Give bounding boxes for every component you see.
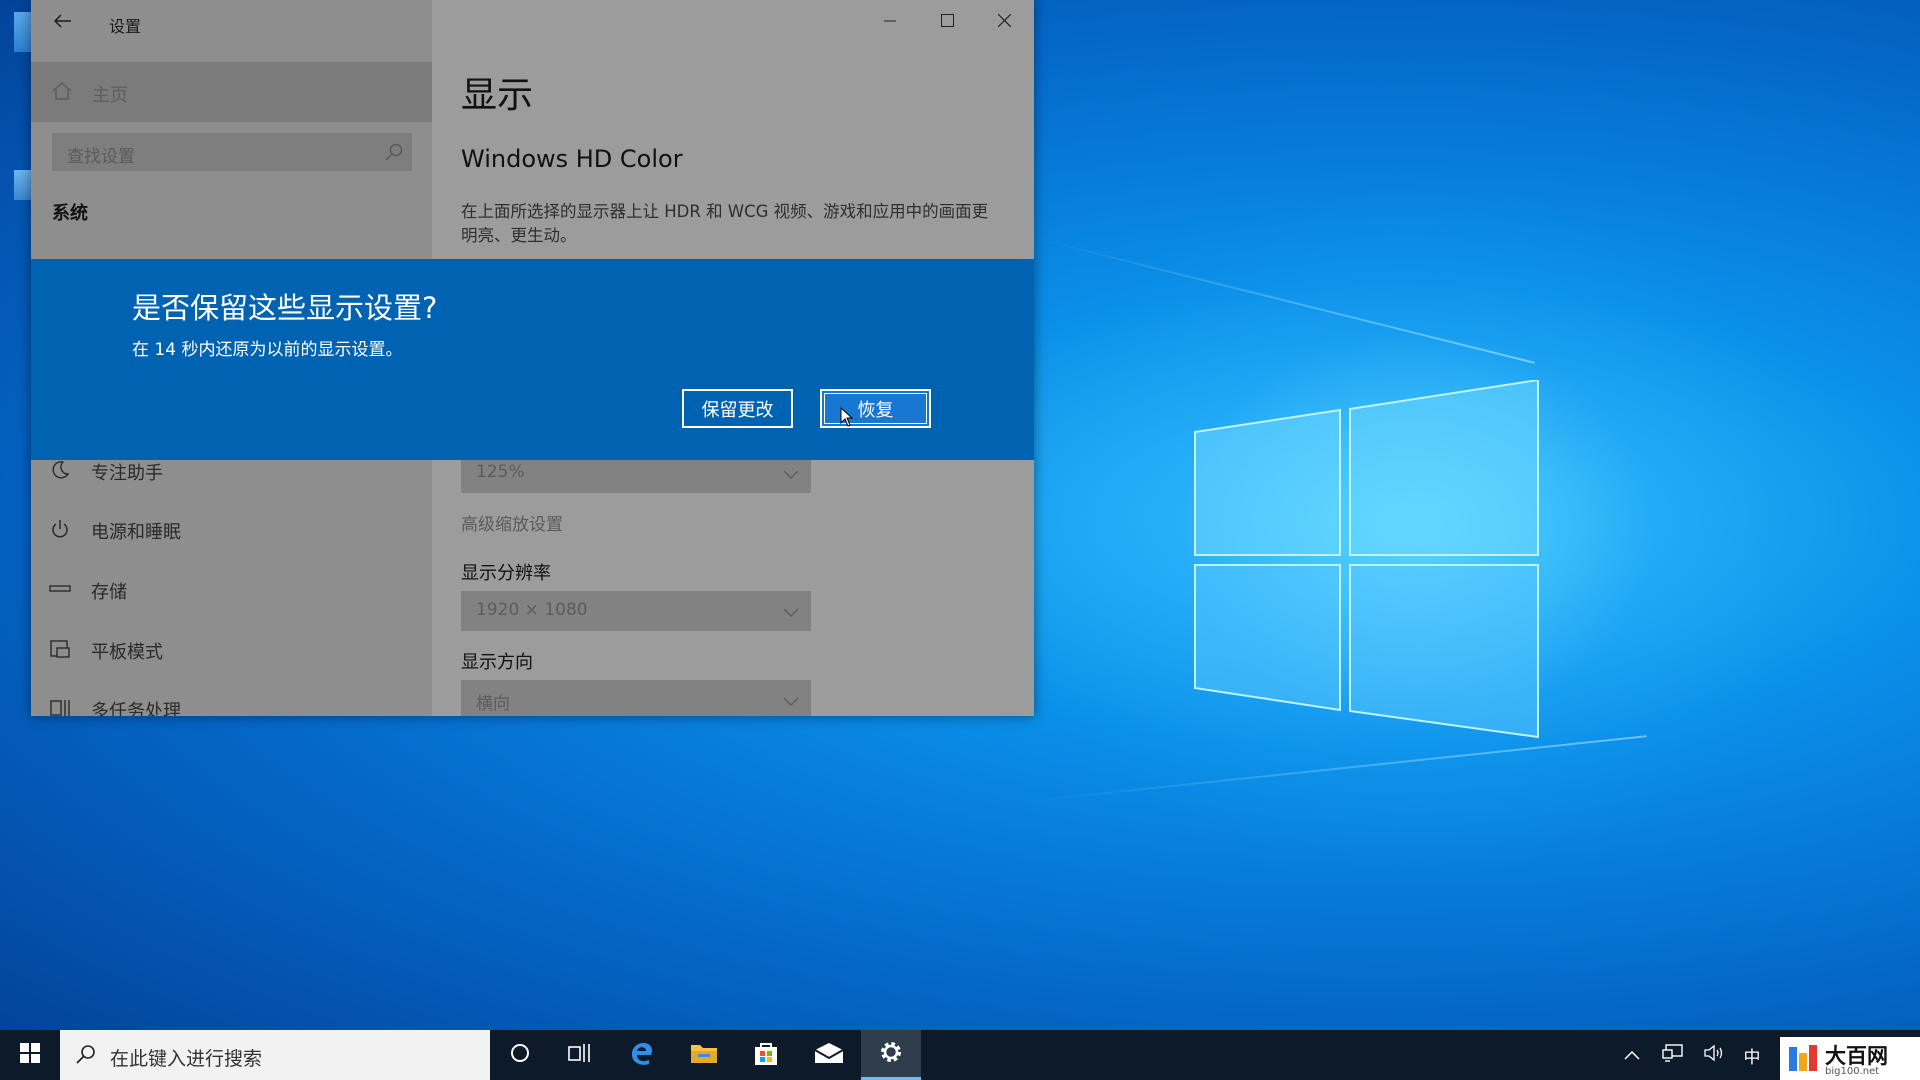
settings-taskbar-button[interactable] — [861, 1030, 921, 1080]
volume-button[interactable] — [1696, 1030, 1732, 1080]
network-icon — [1662, 1043, 1684, 1067]
scale-value: 125% — [476, 462, 525, 482]
windows-logo — [1194, 380, 1539, 739]
watermark: 大百网 big100.net — [1780, 1037, 1920, 1080]
folder-icon — [690, 1041, 718, 1069]
chevron-up-icon — [1624, 1045, 1640, 1065]
tablet-icon — [49, 638, 71, 664]
sidebar-item-label: 专注助手 — [91, 463, 163, 484]
mail-icon — [814, 1042, 844, 1068]
minimize-icon — [884, 12, 896, 31]
ime-indicator[interactable]: 中 — [1734, 1030, 1770, 1080]
task-view-button[interactable] — [550, 1030, 610, 1080]
start-button[interactable] — [0, 1030, 60, 1080]
sidebar-item-home[interactable]: 主页 — [31, 62, 432, 122]
close-icon — [997, 12, 1011, 31]
keep-changes-button[interactable]: 保留更改 — [682, 389, 793, 428]
dialog-message: 在 14 秒内还原为以前的显示设置。 — [132, 340, 403, 360]
page-title: 显示 — [461, 75, 534, 116]
mail-button[interactable] — [799, 1030, 859, 1080]
network-button[interactable] — [1655, 1030, 1691, 1080]
section-title: 系统 — [52, 203, 88, 224]
dialog-title: 是否保留这些显示设置? — [132, 291, 438, 325]
sidebar-item-label: 存储 — [91, 582, 127, 603]
search-placeholder: 查找设置 — [67, 147, 135, 167]
store-icon — [753, 1040, 779, 1070]
back-button[interactable] — [47, 6, 79, 38]
edge-taskbar-button[interactable] — [612, 1030, 672, 1080]
keep-display-settings-dialog: 是否保留这些显示设置? 在 14 秒内还原为以前的显示设置。 保留更改 恢复 — [31, 259, 1034, 460]
taskbar-search-input[interactable]: 在此键入进行搜索 — [60, 1030, 490, 1080]
sidebar-item-power-sleep[interactable]: 电源和睡眠 — [31, 510, 432, 550]
search-icon — [75, 1043, 97, 1069]
storage-icon — [49, 578, 71, 604]
cortana-button[interactable] — [490, 1030, 550, 1080]
taskbar-search-placeholder: 在此键入进行搜索 — [110, 1048, 263, 1070]
resolution-value: 1920 × 1080 — [476, 600, 588, 620]
hd-color-description: 在上面所选择的显示器上让 HDR 和 WCG 视频、游戏和应用中的画面更明亮、更… — [461, 202, 989, 245]
moon-icon — [49, 459, 71, 485]
home-icon — [51, 80, 73, 106]
maximize-button[interactable] — [919, 0, 975, 42]
store-button[interactable] — [736, 1030, 796, 1080]
cortana-icon — [509, 1042, 531, 1068]
show-hidden-icons-button[interactable] — [1617, 1030, 1647, 1080]
window-title: 设置 — [109, 17, 142, 36]
orientation-dropdown[interactable]: 横向 — [461, 680, 811, 716]
chevron-down-icon — [783, 465, 799, 484]
minimize-button[interactable] — [862, 0, 918, 42]
edge-icon — [629, 1040, 655, 1070]
orientation-label: 显示方向 — [461, 652, 533, 673]
chevron-down-icon — [783, 692, 799, 711]
speaker-icon — [1703, 1044, 1725, 1067]
sidebar-item-label: 电源和睡眠 — [91, 522, 181, 543]
back-arrow-icon — [53, 13, 72, 32]
sidebar-item-multitasking[interactable]: 多任务处理 — [31, 689, 432, 716]
watermark-url: big100.net — [1825, 1066, 1880, 1077]
settings-search-input[interactable]: 查找设置 — [52, 133, 412, 171]
taskbar: 在此键入进行搜索 中 — [0, 1030, 1920, 1080]
hd-color-heading: Windows HD Color — [461, 145, 683, 173]
resolution-dropdown[interactable]: 1920 × 1080 — [461, 591, 811, 631]
orientation-value: 横向 — [476, 694, 510, 714]
power-icon — [49, 518, 71, 544]
sidebar-item-label: 平板模式 — [91, 642, 163, 663]
windows-start-icon — [20, 1043, 40, 1067]
sidebar-item-tablet-mode[interactable]: 平板模式 — [31, 630, 432, 670]
resolution-label: 显示分辨率 — [461, 563, 551, 584]
task-view-icon — [568, 1042, 592, 1068]
maximize-icon — [940, 12, 954, 31]
sidebar-item-storage[interactable]: 存储 — [31, 570, 432, 610]
home-label: 主页 — [92, 85, 128, 106]
search-icon — [384, 142, 404, 166]
close-button[interactable] — [976, 0, 1032, 42]
watermark-logo-icon — [1789, 1045, 1817, 1071]
chevron-down-icon — [783, 603, 799, 622]
multitask-icon — [49, 697, 71, 716]
mouse-cursor — [840, 407, 854, 427]
file-explorer-button[interactable] — [674, 1030, 734, 1080]
revert-button[interactable]: 恢复 — [820, 389, 931, 428]
advanced-scaling-link[interactable]: 高级缩放设置 — [461, 510, 563, 535]
gear-icon — [878, 1039, 904, 1069]
sidebar-item-label: 多任务处理 — [91, 701, 181, 716]
